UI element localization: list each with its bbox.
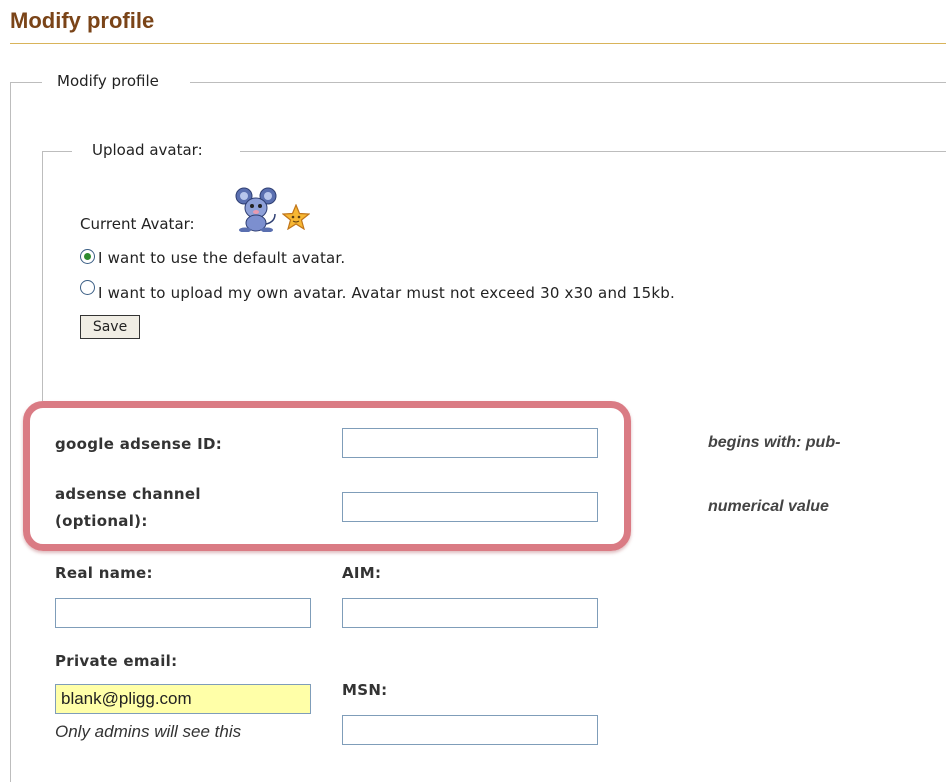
aim-label: AIM: (342, 564, 382, 582)
msn-label: MSN: (342, 681, 388, 699)
adsense-id-input[interactable] (342, 428, 598, 458)
default-avatar-option-label[interactable]: I want to use the default avatar. (98, 249, 345, 267)
adsense-id-label: google adsense ID: (55, 435, 223, 453)
save-button[interactable]: Save (80, 315, 140, 339)
email-visibility-note: Only admins will see this (55, 722, 242, 741)
profile-fieldset-legend: Modify profile (57, 72, 159, 90)
upload-avatar-option-label[interactable]: I want to upload my own avatar. Avatar m… (98, 284, 675, 302)
real-name-input[interactable] (55, 598, 311, 628)
avatar-fieldset-legend: Upload avatar: (92, 141, 203, 159)
adsense-channel-label-optional: (optional): (55, 512, 148, 530)
profile-fieldset-border (190, 82, 946, 83)
msn-input[interactable] (342, 715, 598, 745)
avatar-fieldset-border (42, 151, 43, 401)
upload-avatar-radio[interactable] (80, 280, 95, 295)
private-email-input[interactable] (55, 684, 311, 714)
adsense-id-hint: begins with: pub- (708, 434, 841, 451)
avatar-fieldset-border (42, 151, 72, 152)
real-name-label: Real name: (55, 564, 153, 582)
title-divider (10, 43, 946, 44)
page-title: Modify profile (10, 8, 155, 33)
adsense-channel-label: adsense channel (55, 485, 201, 503)
default-avatar-radio[interactable] (80, 249, 95, 264)
aim-input[interactable] (342, 598, 598, 628)
adsense-channel-hint: numerical value (708, 498, 829, 515)
mouse-avatar-icon (235, 187, 277, 232)
current-avatar-label: Current Avatar: (80, 215, 195, 233)
avatar-fieldset-border (240, 151, 946, 152)
adsense-channel-input[interactable] (342, 492, 598, 522)
profile-fieldset-border (10, 82, 42, 83)
star-icon (282, 204, 310, 230)
private-email-label: Private email: (55, 652, 178, 670)
